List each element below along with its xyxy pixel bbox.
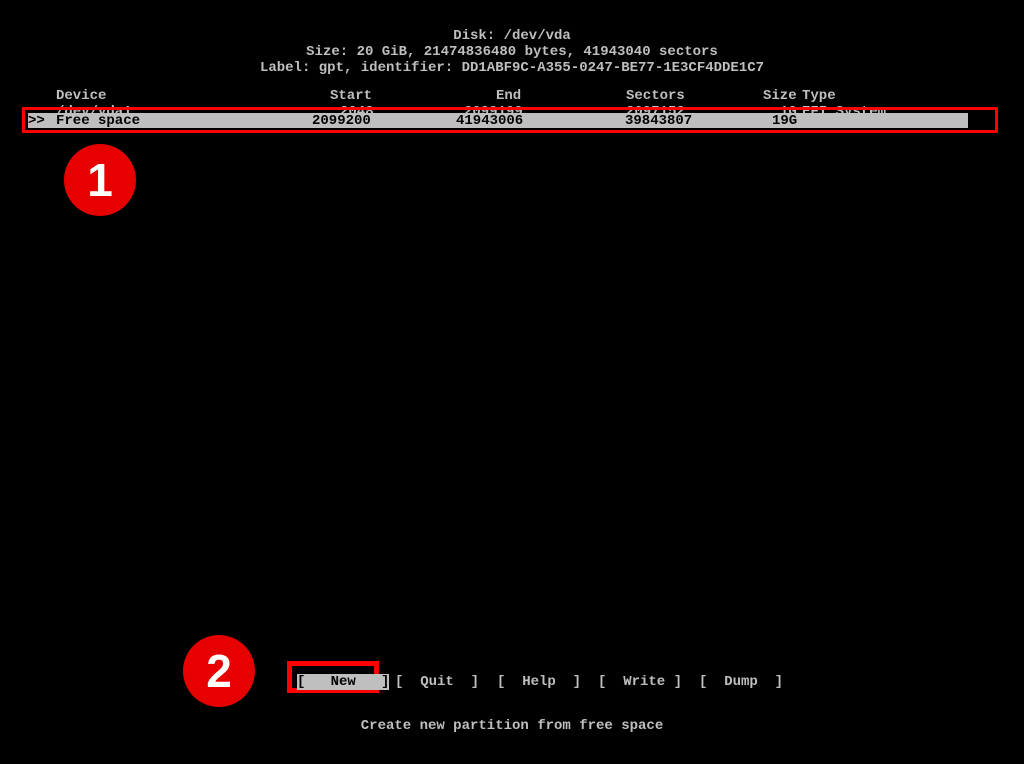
label-line: Label: gpt, identifier: DD1ABF9C-A355-02… xyxy=(0,60,1024,76)
header-block: Disk: /dev/vda Size: 20 GiB, 21474836480… xyxy=(0,0,1024,76)
cell-sectors: 39843807 xyxy=(625,113,692,129)
menu-quit-button[interactable]: [ Quit ] xyxy=(395,674,479,690)
annotation-badge-1: 1 xyxy=(64,144,136,216)
col-end: End xyxy=(496,88,521,104)
menu-write-button[interactable]: [ Write ] xyxy=(598,674,682,690)
cfdisk-screen: Disk: /dev/vda Size: 20 GiB, 21474836480… xyxy=(0,0,1024,764)
cell-device: Free space xyxy=(56,113,140,129)
disk-line: Disk: /dev/vda xyxy=(0,28,1024,44)
row-marker: >> xyxy=(28,113,45,129)
menu-bar: [ Quit ] [ Help ] [ Write ] [ Dump ] xyxy=(0,674,1024,694)
col-sectors: Sectors xyxy=(626,88,685,104)
col-size: Size xyxy=(763,88,797,104)
col-type: Type xyxy=(802,88,836,104)
menu-dump-button[interactable]: [ Dump ] xyxy=(699,674,783,690)
size-line: Size: 20 GiB, 21474836480 bytes, 4194304… xyxy=(0,44,1024,60)
cell-end: 41943006 xyxy=(456,113,523,129)
cell-size: 19G xyxy=(772,113,797,129)
annotation-badge-2: 2 xyxy=(183,635,255,707)
cell-start: 2099200 xyxy=(312,113,371,129)
menu-help-button[interactable]: [ Help ] xyxy=(497,674,581,690)
hint-line: Create new partition from free space xyxy=(0,718,1024,734)
partition-row-selected[interactable]: >> Free space 2099200 41943006 39843807 … xyxy=(28,113,968,128)
col-device: Device xyxy=(56,88,106,104)
col-start: Start xyxy=(330,88,372,104)
